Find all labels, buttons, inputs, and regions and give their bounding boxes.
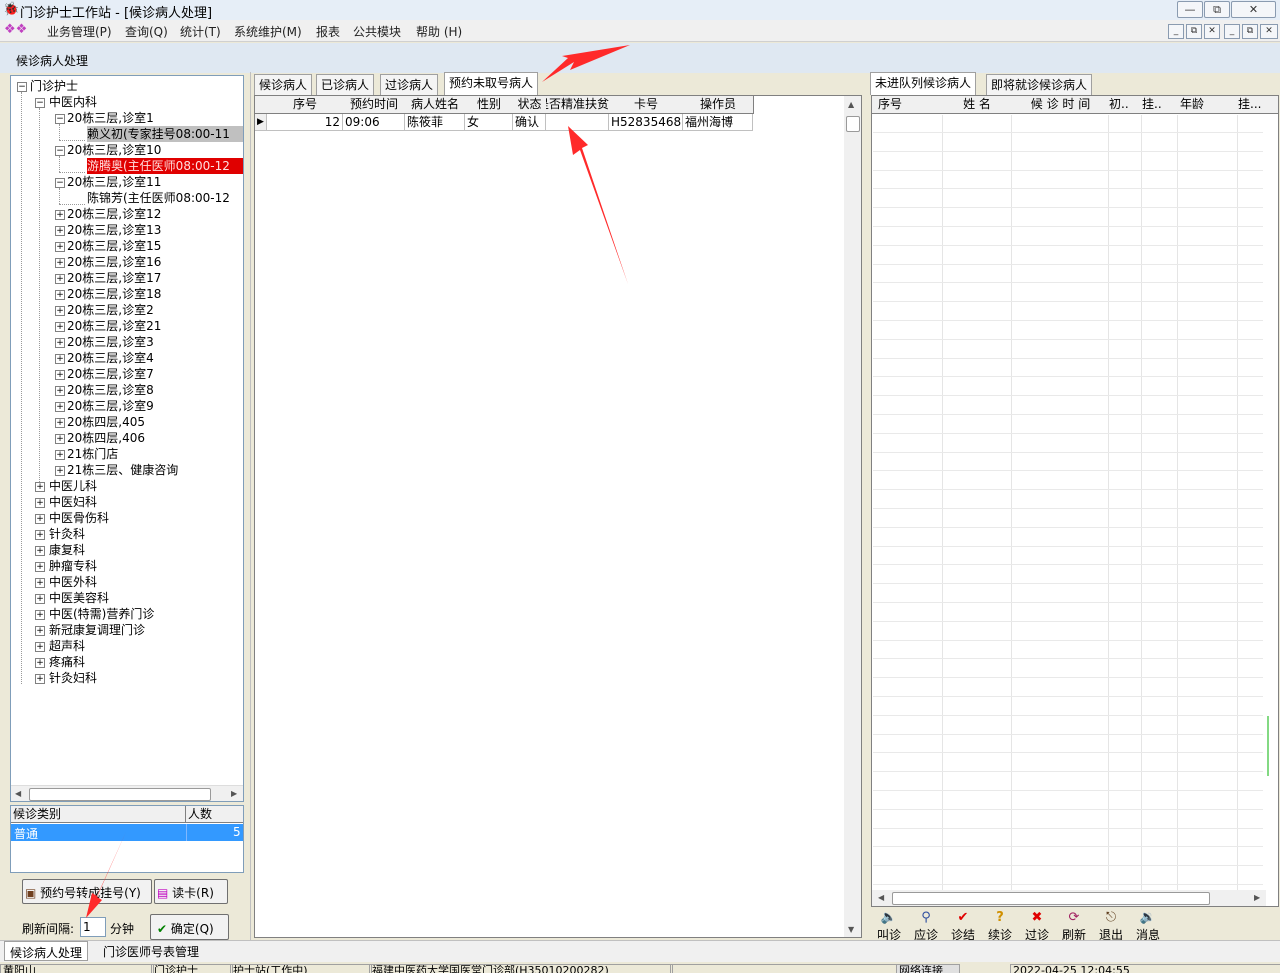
tab-not-queued[interactable]: 未进队列候诊病人: [870, 72, 977, 95]
annotation-arrows: [86, 45, 630, 918]
annotation-arrow: [568, 126, 628, 284]
annotation-arrow: [542, 45, 630, 82]
annotation-arrow: [86, 832, 126, 918]
tab-appointment-not-taken[interactable]: 预约未取号病人: [444, 72, 539, 95]
